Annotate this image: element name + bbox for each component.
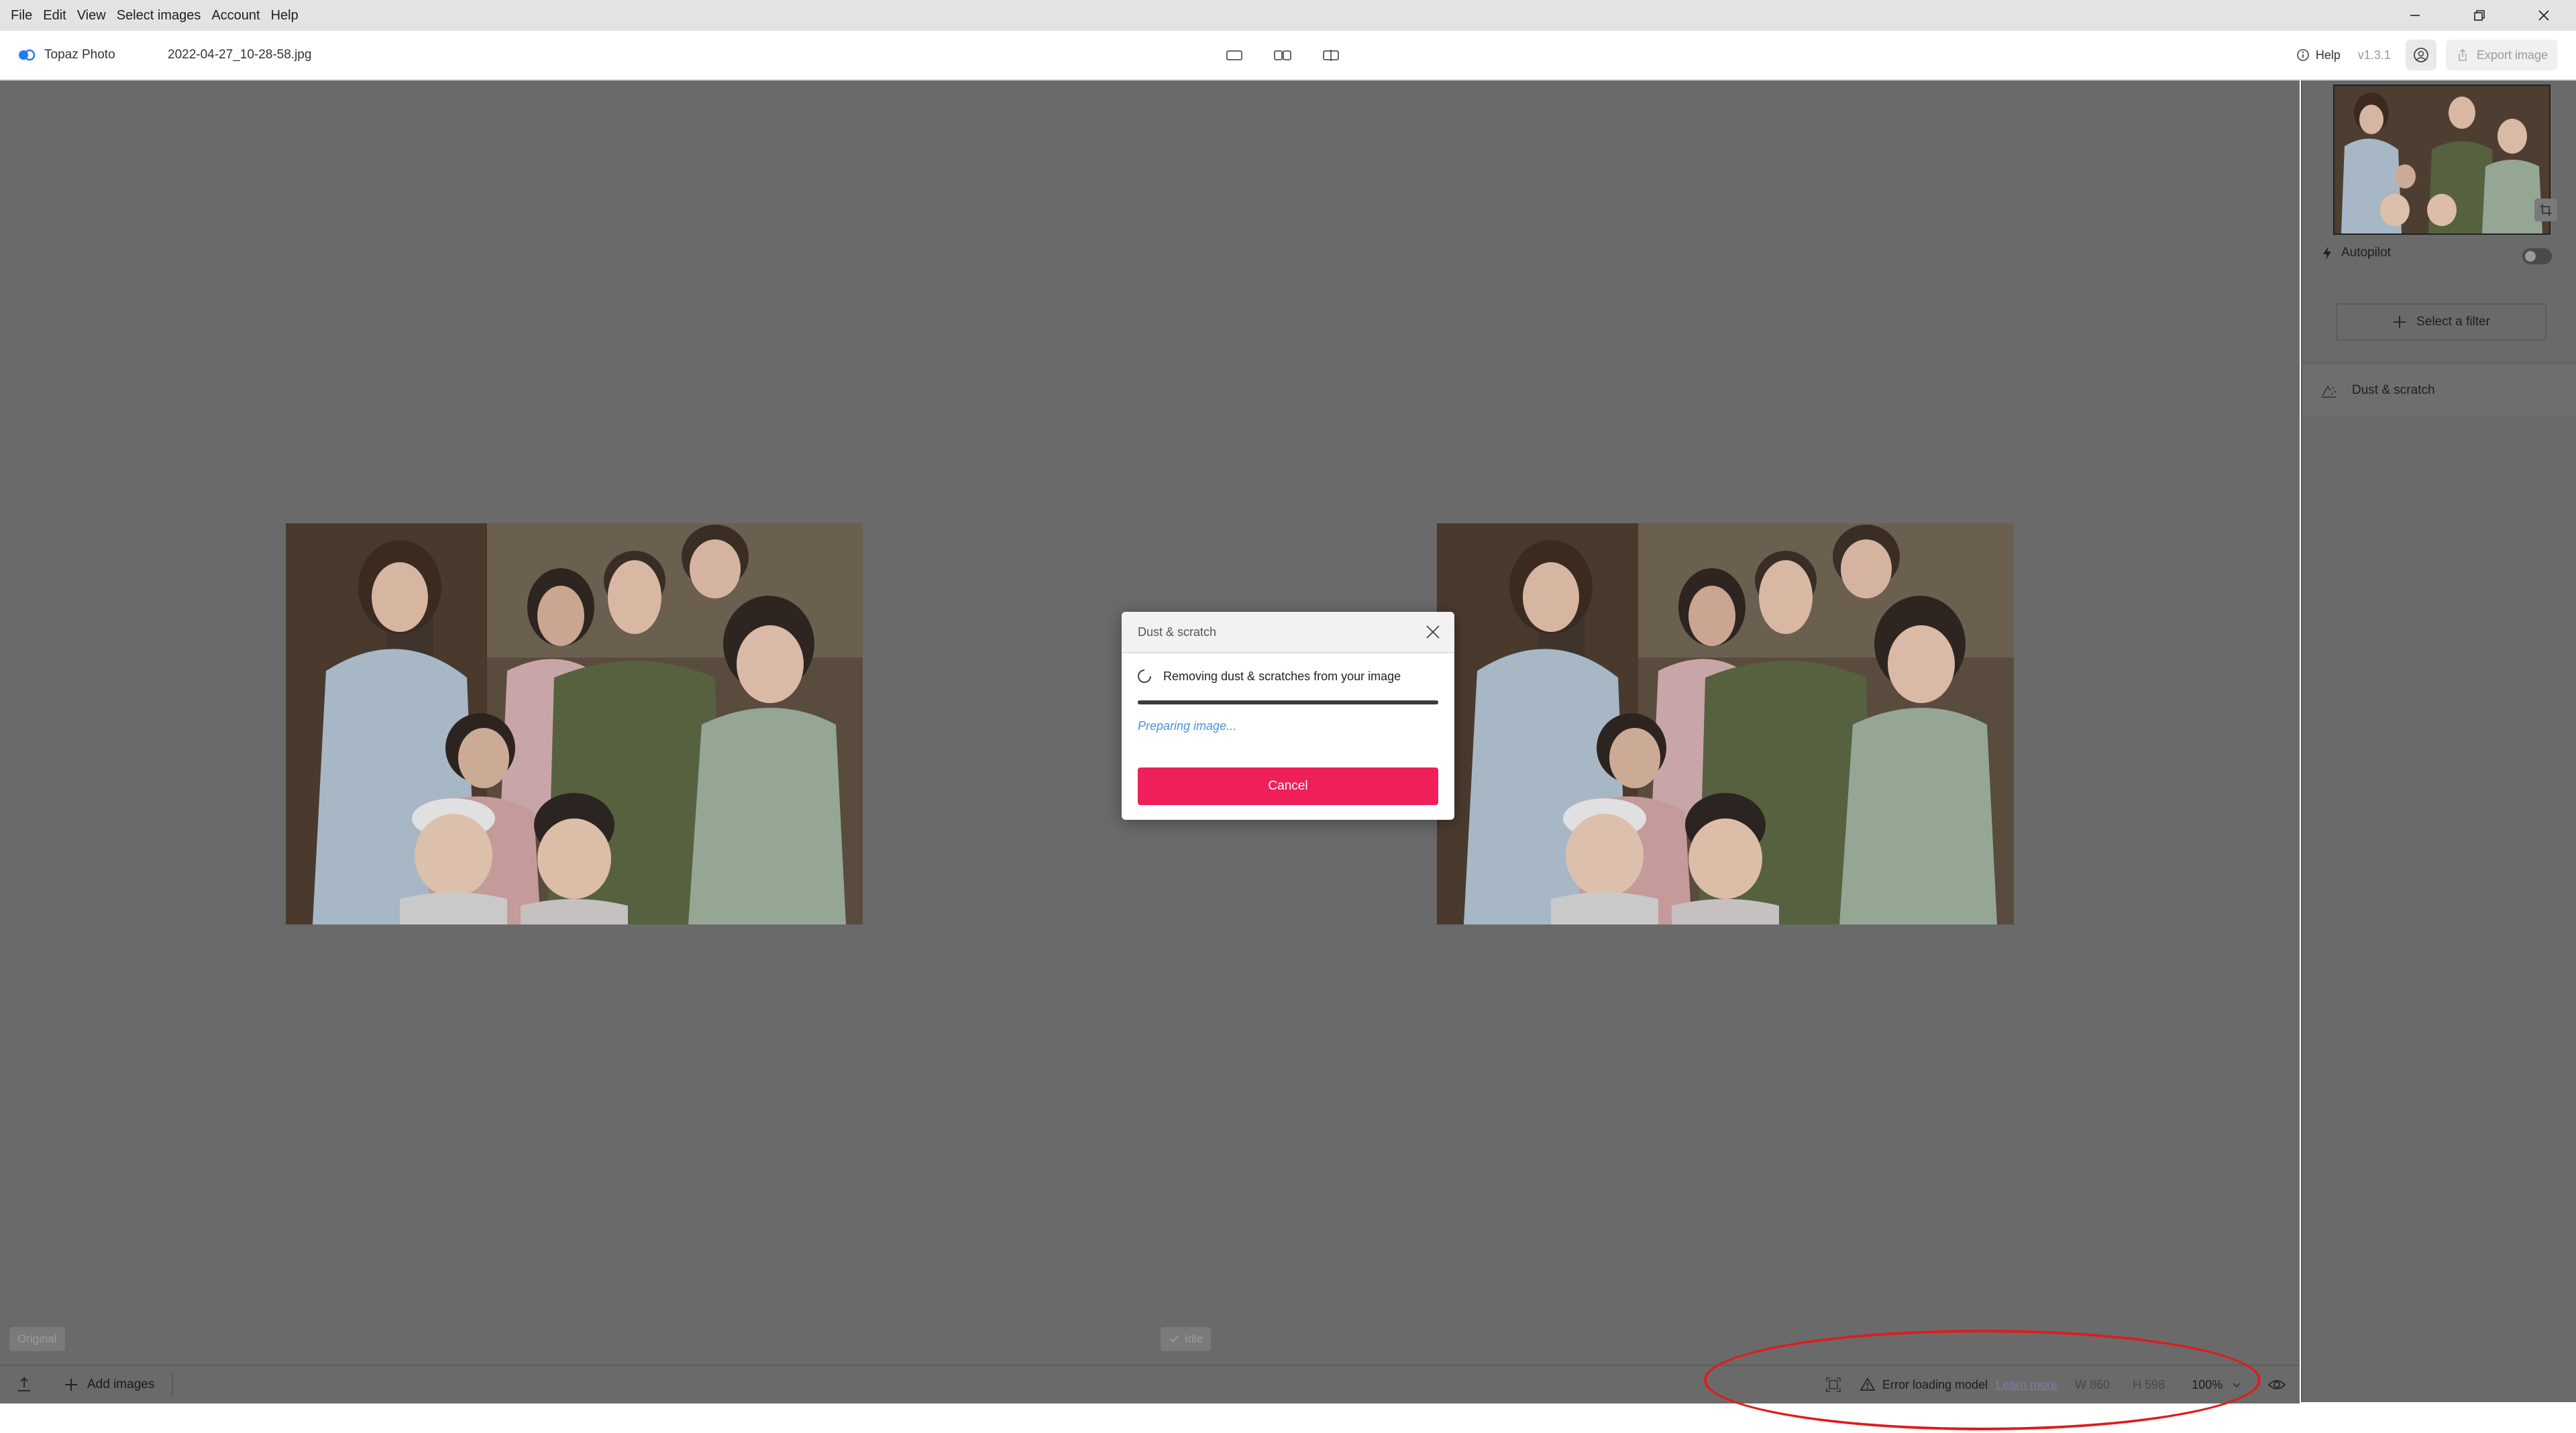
version-label: v1.3.1 — [2357, 48, 2391, 62]
upload-icon — [18, 1377, 30, 1391]
thumbnail-image — [2334, 86, 2549, 233]
upload-button[interactable] — [15, 1375, 34, 1397]
filter-item-dust-scratch[interactable]: Dust & scratch — [2302, 365, 2576, 416]
dialog-close-button[interactable] — [1424, 623, 1442, 641]
menu-edit[interactable]: Edit — [38, 0, 71, 31]
side-by-side-view-icon[interactable] — [1273, 48, 1292, 62]
dialog-status: Removing dust & scratches from your imag… — [1136, 668, 1401, 684]
menu-file[interactable]: File — [5, 0, 38, 31]
dialog-header: Dust & scratch — [1122, 612, 1454, 653]
processed-photo — [1437, 523, 2014, 924]
original-label: Original — [17, 1332, 57, 1345]
close-icon — [2538, 10, 2549, 21]
menu-select-images[interactable]: Select images — [111, 0, 207, 31]
preview-toggle-button[interactable] — [2267, 1375, 2286, 1397]
close-icon — [1426, 625, 1440, 639]
topaz-logo-icon — [19, 49, 36, 61]
plus-icon — [65, 1379, 77, 1391]
add-images-label: Add images — [87, 1377, 155, 1391]
crop-icon — [2540, 204, 2552, 216]
autopilot-toggle[interactable] — [2522, 248, 2552, 264]
menu-account[interactable]: Account — [206, 0, 265, 31]
autopilot-label-group: Autopilot — [2321, 246, 2391, 260]
original-toggle-button[interactable]: Original — [9, 1327, 65, 1351]
cancel-button[interactable]: Cancel — [1138, 767, 1438, 805]
account-button[interactable] — [2405, 40, 2436, 70]
select-filter-button[interactable]: Select a filter — [2336, 303, 2546, 341]
select-filter-label: Select a filter — [2416, 315, 2490, 329]
original-photo — [286, 523, 863, 924]
spinner-icon — [1138, 670, 1151, 683]
logo-text: Topaz Photo — [44, 48, 115, 62]
idle-status-button[interactable]: Idle — [1161, 1327, 1212, 1351]
status-text: Removing dust & scratches from your imag… — [1163, 669, 1401, 683]
export-icon — [2459, 48, 2467, 61]
minimize-button[interactable] — [2383, 0, 2447, 31]
export-image-button[interactable]: Export image — [2445, 40, 2557, 70]
restore-icon — [2474, 10, 2485, 21]
user-icon — [2414, 48, 2428, 62]
processing-dialog: Dust & scratch Removing dust & scratches… — [1122, 612, 1454, 820]
add-images-button[interactable]: Add images — [63, 1366, 154, 1403]
progress-bar — [1138, 700, 1438, 704]
autopilot-label: Autopilot — [2341, 246, 2391, 260]
close-window-button[interactable] — [2512, 0, 2576, 31]
group-photo-image — [1437, 523, 2014, 924]
menu-bar: File Edit View Select images Account Hel… — [0, 0, 2576, 31]
app-logo: Topaz Photo — [17, 31, 115, 79]
menu-help[interactable]: Help — [266, 0, 304, 31]
crop-button[interactable] — [2534, 199, 2557, 221]
single-view-icon[interactable] — [1225, 48, 1244, 62]
eye-icon — [2267, 1380, 2286, 1389]
toolbar-right: Help v1.3.1 Export image — [2296, 31, 2557, 79]
split-view-icon[interactable] — [1322, 48, 1340, 62]
right-panel: Autopilot Select a filter Dust & scratch — [2301, 81, 2576, 1402]
info-icon — [2297, 49, 2309, 61]
restore-button[interactable] — [2447, 0, 2512, 31]
dialog-title: Dust & scratch — [1138, 625, 1217, 639]
plus-icon — [2394, 316, 2406, 328]
menu-view[interactable]: View — [72, 0, 111, 31]
window-controls — [2383, 0, 2576, 31]
view-mode-group — [1225, 31, 1340, 79]
divider — [2302, 362, 2576, 364]
export-label: Export image — [2476, 48, 2548, 62]
help-button[interactable]: Help — [2296, 48, 2341, 62]
filter-label: Dust & scratch — [2352, 383, 2435, 397]
toggle-knob — [2525, 251, 2536, 262]
dust-scratch-icon — [2322, 385, 2337, 398]
progress-fill — [1138, 700, 1438, 704]
app-toolbar: Topaz Photo 2022-04-27_10-28-58.jpg Help… — [0, 31, 2576, 81]
minimize-icon — [2410, 15, 2420, 16]
highlight-annotation — [1704, 1330, 2261, 1430]
help-label: Help — [2315, 48, 2341, 62]
group-photo-image — [286, 523, 863, 924]
navigator-thumbnail[interactable] — [2333, 85, 2551, 235]
lightning-icon — [2323, 246, 2331, 260]
idle-label: Idle — [1185, 1332, 1203, 1345]
substatus-text: Preparing image... — [1138, 719, 1237, 733]
divider — [172, 1373, 173, 1397]
check-icon — [1169, 1335, 1179, 1343]
file-name: 2022-04-27_10-28-58.jpg — [168, 48, 312, 62]
